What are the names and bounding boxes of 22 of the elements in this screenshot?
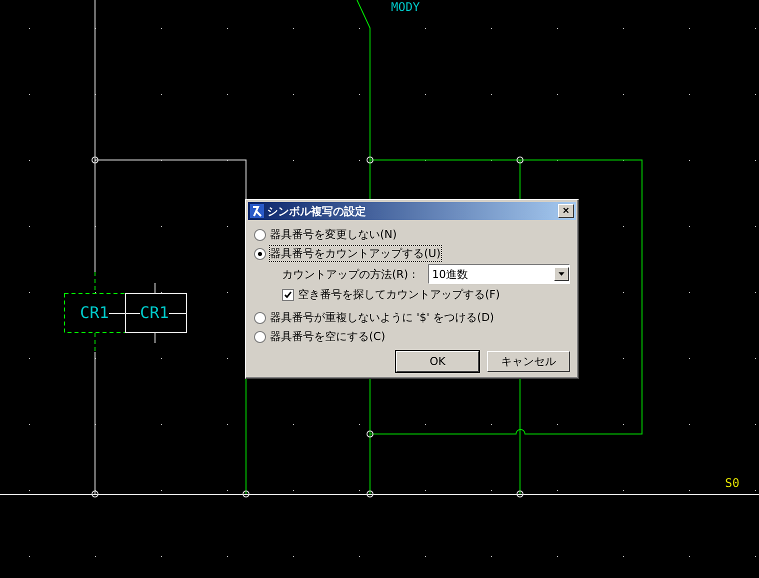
component-label: MODY <box>391 1 420 13</box>
cancel-button[interactable]: キャンセル <box>487 351 570 372</box>
ok-button[interactable]: OK <box>396 351 479 372</box>
radio-button[interactable] <box>254 330 266 342</box>
component-label: CR1 <box>80 305 109 321</box>
option-label: 器具番号が重複しないように '$' をつける(D) <box>270 310 494 325</box>
option-label: 器具番号をカウントアップする(U) <box>270 246 441 261</box>
app-icon <box>250 204 264 218</box>
method-label: カウントアップの方法(R) : <box>282 266 416 282</box>
method-dropdown[interactable]: 10進数 <box>428 264 570 284</box>
radio-button[interactable] <box>254 248 266 260</box>
option-label: 器具番号を変更しない(N) <box>270 227 397 242</box>
close-button[interactable]: × <box>558 204 574 218</box>
checkbox-label: 空き番号を探してカウントアップする(F) <box>298 287 500 302</box>
checkmark-icon <box>284 290 292 298</box>
checkbox[interactable] <box>282 288 294 300</box>
component-label: S0 <box>725 477 740 489</box>
option-label: 器具番号を空にする(C) <box>270 329 386 344</box>
radio-button[interactable] <box>254 312 266 324</box>
component-label: CR1 <box>140 305 169 321</box>
radio-button[interactable] <box>254 228 266 240</box>
window-title: シンボル複写の設定 <box>267 204 367 218</box>
